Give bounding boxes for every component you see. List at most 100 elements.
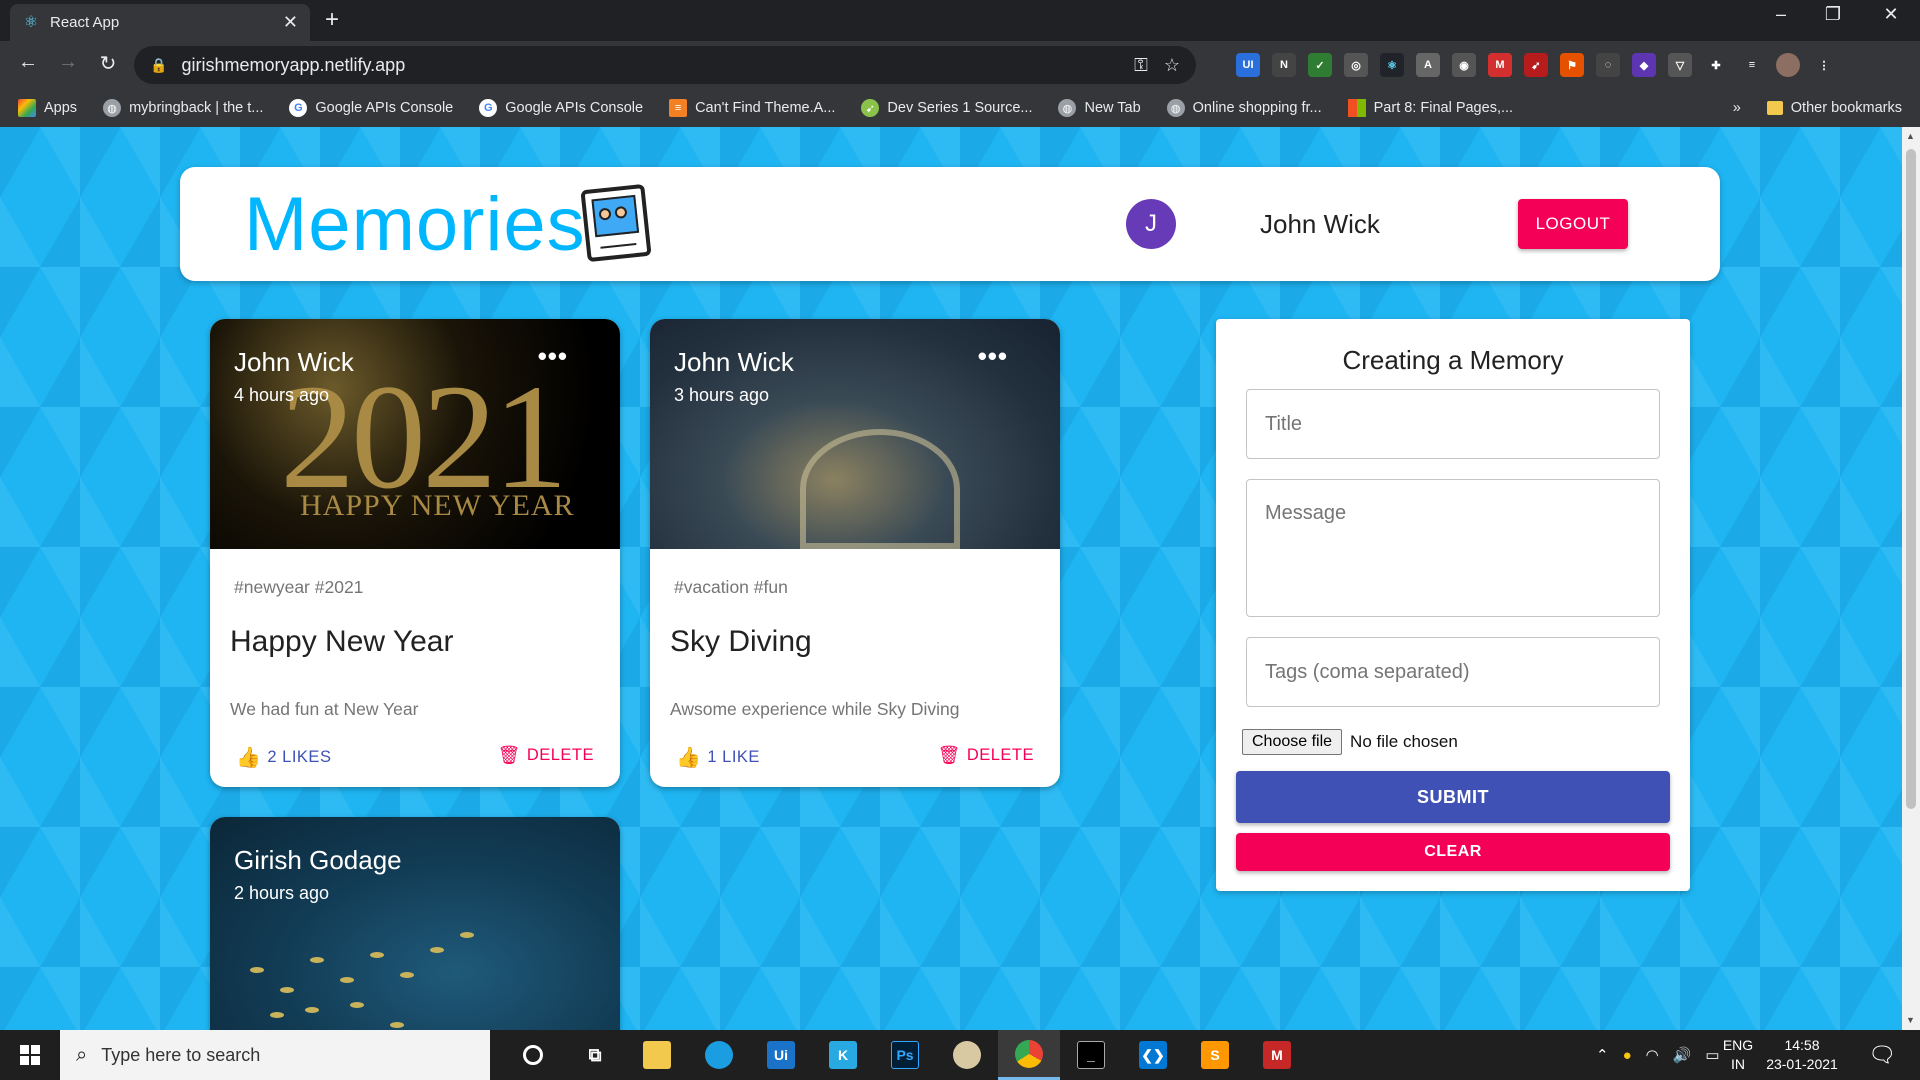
logout-button[interactable]: LOGOUT <box>1518 199 1628 249</box>
bookmark-label: New Tab <box>1084 100 1141 116</box>
window-close-button[interactable]: ✕ <box>1868 4 1914 25</box>
post-image: 2021 HAPPY NEW YEAR John Wick 4 hours ag… <box>210 319 620 549</box>
back-arrow-icon[interactable]: ← <box>14 51 42 74</box>
key-icon[interactable]: ⚿ <box>1134 55 1148 76</box>
profile-avatar-icon[interactable] <box>1776 53 1800 77</box>
tab-react-app[interactable]: ⚛ React App ✕ <box>10 4 310 41</box>
like-button[interactable]: 👍 1 LIKE <box>676 745 760 770</box>
app-bar: Memories J John Wick LOGOUT <box>180 167 1720 281</box>
bookmark-mybringback[interactable]: ◍ mybringback | the t... <box>103 99 263 117</box>
bookmark-part8[interactable]: Part 8: Final Pages,... <box>1347 99 1513 117</box>
language-indicator[interactable]: ENG IN <box>1718 1036 1758 1074</box>
lang-region: IN <box>1731 1056 1745 1072</box>
scrollbar-thumb[interactable] <box>1906 149 1916 809</box>
menu-kebab-icon[interactable]: ⋮ <box>1812 53 1836 77</box>
restore-button[interactable]: ❐ <box>1810 4 1856 25</box>
bookmark-label: Google APIs Console <box>315 100 454 116</box>
delete-button[interactable]: 🗑 DELETE <box>937 745 1034 766</box>
bookmark-google-apis-2[interactable]: G Google APIs Console <box>479 99 643 117</box>
address-bar[interactable]: 🔒 girishmemoryapp.netlify.app ⚿ ☆ <box>134 46 1196 84</box>
scroll-down-arrow-icon[interactable]: ▼ <box>1906 1015 1915 1025</box>
url-text[interactable]: girishmemoryapp.netlify.app <box>181 55 1134 76</box>
kite-icon[interactable]: K <box>812 1030 874 1080</box>
sublime-icon[interactable]: S <box>1184 1030 1246 1080</box>
rocket-extension-icon[interactable]: ➹ <box>1524 53 1548 77</box>
clear-button[interactable]: CLEAR <box>1236 833 1670 871</box>
bookmark-star-icon[interactable]: ☆ <box>1164 55 1180 76</box>
delete-button[interactable]: 🗑 DELETE <box>497 745 594 766</box>
task-view-icon[interactable]: ⧉ <box>564 1030 626 1080</box>
bookmarks-bar: Apps ◍ mybringback | the t... G Google A… <box>0 89 1920 127</box>
mcafee-extension-icon[interactable]: M <box>1488 53 1512 77</box>
clock-time: 14:58 <box>1784 1037 1820 1053</box>
volume-icon[interactable]: 🔊 <box>1673 1046 1692 1064</box>
avatar[interactable]: J <box>1126 199 1176 249</box>
bookmark-google-apis-1[interactable]: G Google APIs Console <box>289 99 453 117</box>
like-button[interactable]: 👍 2 LIKES <box>236 745 331 770</box>
font-extension-icon[interactable]: A <box>1416 53 1440 77</box>
globe-icon: ◍ <box>1166 99 1185 117</box>
photoshop-icon[interactable]: Ps <box>874 1030 936 1080</box>
notification-icon[interactable]: 🗨 <box>1868 1042 1896 1068</box>
brand-title[interactable]: Memories <box>244 181 586 268</box>
more-options-icon[interactable]: ••• <box>538 341 568 372</box>
other-bookmarks[interactable]: Other bookmarks <box>1791 100 1902 116</box>
diamond-extension-icon[interactable]: ◆ <box>1632 53 1656 77</box>
delete-label: DELETE <box>526 746 594 764</box>
norton-icon[interactable]: ● <box>1623 1047 1632 1064</box>
file-status: No file chosen <box>1350 732 1458 751</box>
flag-extension-icon[interactable]: ⚑ <box>1560 53 1584 77</box>
reading-list-icon[interactable]: ≡ <box>1740 53 1764 77</box>
lock-icon: 🔒 <box>150 56 168 73</box>
tab-close-icon[interactable]: ✕ <box>283 12 298 33</box>
apps-grid-icon <box>18 99 36 117</box>
bookmark-apps[interactable]: Apps <box>18 99 77 117</box>
target-extension-icon[interactable]: ◎ <box>1344 53 1368 77</box>
camera-extension-icon[interactable]: ◉ <box>1452 53 1476 77</box>
pocket-extension-icon[interactable]: ▽ <box>1668 53 1692 77</box>
file-explorer-icon[interactable] <box>626 1030 688 1080</box>
submit-button[interactable]: SUBMIT <box>1236 771 1670 823</box>
start-button[interactable] <box>0 1030 60 1080</box>
post-author: John Wick <box>234 347 354 377</box>
tray-chevron-icon[interactable]: ⌃ <box>1596 1046 1609 1064</box>
puzzle-extensions-icon[interactable]: ✚ <box>1704 53 1728 77</box>
vscode-icon[interactable]: ❮❯ <box>1122 1030 1184 1080</box>
bookmark-dev-series[interactable]: ➹ Dev Series 1 Source... <box>861 99 1032 117</box>
post-tags: #newyear #2021 <box>234 577 364 597</box>
taskbar-search[interactable]: ⌕ Type here to search <box>60 1030 490 1080</box>
like-count: 2 LIKES <box>267 748 332 766</box>
message-input[interactable] <box>1246 479 1660 617</box>
post-author: John Wick <box>674 347 794 377</box>
forward-arrow-icon[interactable]: → <box>54 51 82 74</box>
uipath-icon[interactable]: Ui <box>750 1030 812 1080</box>
post-card-sky-diving: John Wick 3 hours ago ••• #vacation #fun… <box>650 319 1060 787</box>
shield-extension-icon[interactable]: ✓ <box>1308 53 1332 77</box>
title-input[interactable] <box>1246 389 1660 459</box>
mcafee-icon[interactable]: M <box>1246 1030 1308 1080</box>
tags-input[interactable] <box>1246 637 1660 707</box>
react-devtools-icon[interactable]: ⚛ <box>1380 53 1404 77</box>
choose-file-button[interactable]: Choose file <box>1242 729 1343 755</box>
wifi-icon[interactable]: ◠ <box>1646 1046 1659 1064</box>
edge-icon[interactable] <box>688 1030 750 1080</box>
bookmark-new-tab[interactable]: ◍ New Tab <box>1058 99 1141 117</box>
system-clock[interactable]: 14:58 23-01-2021 <box>1762 1036 1842 1074</box>
paint-icon[interactable] <box>936 1030 998 1080</box>
cortana-icon[interactable] <box>502 1030 564 1080</box>
more-options-icon[interactable]: ••• <box>978 341 1008 372</box>
extension-ui-icon[interactable]: UI <box>1236 53 1260 77</box>
chrome-icon[interactable] <box>998 1030 1060 1080</box>
bookmark-theme[interactable]: ≡ Can't Find Theme.A... <box>669 99 835 117</box>
post-card-happy-new-year: 2021 HAPPY NEW YEAR John Wick 4 hours ag… <box>210 319 620 787</box>
page-scrollbar[interactable]: ▲ ▼ <box>1902 127 1920 1030</box>
reload-icon[interactable]: ↻ <box>94 51 122 76</box>
new-tab-button[interactable]: + <box>325 8 339 32</box>
extension-new-icon[interactable]: N <box>1272 53 1296 77</box>
bookmark-online-shopping[interactable]: ◍ Online shopping fr... <box>1166 99 1322 117</box>
bookmarks-overflow-chevron-icon[interactable]: » <box>1733 100 1741 116</box>
minimize-button[interactable]: – <box>1758 4 1804 25</box>
wireless-extension-icon[interactable]: ◌ <box>1596 53 1620 77</box>
scroll-up-arrow-icon[interactable]: ▲ <box>1906 131 1915 141</box>
terminal-icon[interactable]: _ <box>1060 1030 1122 1080</box>
